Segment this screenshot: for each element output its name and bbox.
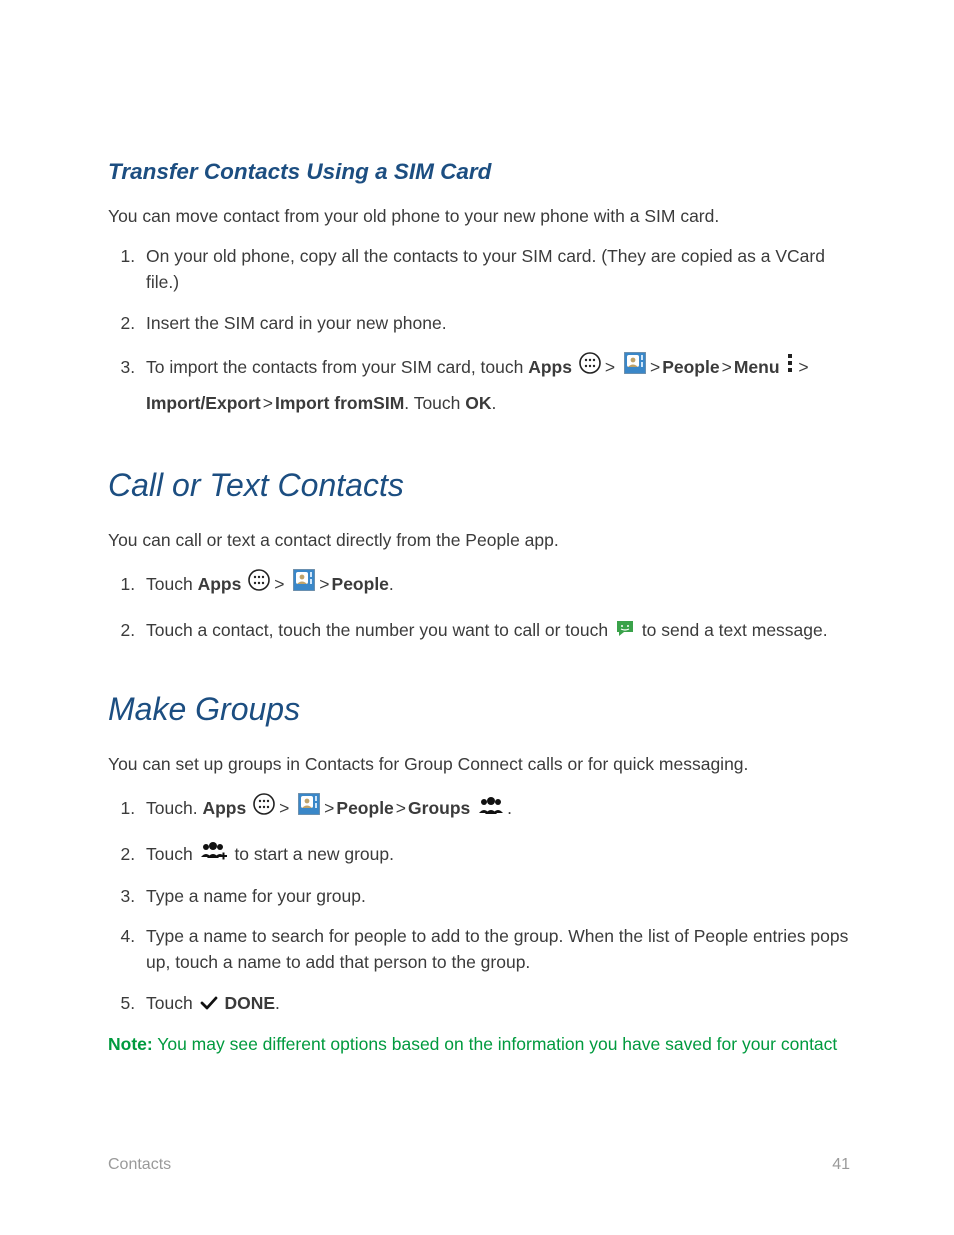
breadcrumb-separator: >: [263, 386, 273, 421]
note-label: Note:: [108, 1034, 153, 1054]
section-3-intro: You can set up groups in Contacts for Gr…: [108, 751, 850, 777]
text: Touch: [146, 844, 198, 864]
breadcrumb-separator: >: [324, 791, 334, 826]
breadcrumb-separator: >: [798, 350, 808, 385]
list-item: Insert the SIM card in your new phone.: [140, 310, 850, 336]
breadcrumb-separator: >: [605, 350, 615, 385]
text: to start a new group.: [234, 844, 394, 864]
import-export-label: Import/Export: [146, 393, 261, 413]
section-1-heading: Transfer Contacts Using a SIM Card: [108, 155, 850, 189]
document-page: Transfer Contacts Using a SIM Card You c…: [0, 0, 954, 1235]
section-1-list: On your old phone, copy all the contacts…: [108, 243, 850, 421]
import-sim-label: Import fromSIM: [275, 393, 404, 413]
text: Touch: [146, 574, 198, 594]
groups-icon: [477, 792, 505, 827]
message-icon: [615, 618, 635, 645]
apps-grid-icon: [253, 792, 275, 827]
text: .: [492, 393, 497, 413]
ok-label: OK: [465, 393, 491, 413]
list-item: On your old phone, copy all the contacts…: [140, 243, 850, 296]
section-2-heading: Call or Text Contacts: [108, 461, 850, 509]
text: to send a text message.: [642, 620, 828, 640]
text: Touch a contact, touch the number you wa…: [146, 620, 613, 640]
list-item: Touch Apps > > People.: [140, 567, 850, 603]
apps-label: Apps: [198, 574, 242, 594]
list-item: Type a name to search for people to add …: [140, 923, 850, 976]
text: .: [507, 798, 512, 818]
apps-label: Apps: [528, 357, 572, 377]
add-group-icon: [200, 842, 228, 869]
page-footer: Contacts 41: [108, 1153, 850, 1177]
footer-page-number: 41: [832, 1153, 850, 1177]
groups-label: Groups: [408, 798, 470, 818]
breadcrumb-separator: >: [722, 350, 732, 385]
done-label: DONE: [224, 993, 275, 1013]
checkmark-icon: [200, 991, 218, 1017]
breadcrumb-separator: >: [396, 791, 406, 826]
text: .: [275, 993, 280, 1013]
note: Note: You may see different options base…: [108, 1031, 850, 1057]
people-label: People: [332, 574, 389, 594]
section-2-intro: You can call or text a contact directly …: [108, 527, 850, 553]
apps-label: Apps: [202, 798, 246, 818]
list-item: Touch to start a new group.: [140, 841, 850, 869]
menu-label: Menu: [734, 357, 780, 377]
apps-grid-icon: [579, 351, 601, 386]
text: . Touch: [404, 393, 465, 413]
text: Touch.: [146, 798, 202, 818]
list-item: To import the contacts from your SIM car…: [140, 350, 850, 421]
apps-grid-icon: [248, 568, 270, 603]
list-item: Touch DONE.: [140, 990, 850, 1018]
people-app-icon: [624, 351, 646, 386]
breadcrumb-separator: >: [650, 350, 660, 385]
text: To import the contacts from your SIM car…: [146, 357, 528, 377]
footer-section: Contacts: [108, 1153, 171, 1177]
list-item: Type a name for your group.: [140, 883, 850, 909]
overflow-menu-icon: [786, 351, 794, 386]
people-app-icon: [298, 792, 320, 827]
list-item: Touch. Apps > > People > Groups .: [140, 791, 850, 827]
section-1-intro: You can move contact from your old phone…: [108, 203, 850, 229]
text: .: [389, 574, 394, 594]
breadcrumb-separator: >: [274, 567, 284, 602]
note-text: You may see different options based on t…: [153, 1034, 838, 1054]
people-label: People: [662, 357, 719, 377]
breadcrumb-separator: >: [279, 791, 289, 826]
section-3-heading: Make Groups: [108, 685, 850, 733]
people-app-icon: [293, 568, 315, 603]
people-label: People: [336, 798, 393, 818]
section-2-list: Touch Apps > > People. Touch a contact, …: [108, 567, 850, 645]
breadcrumb-separator: >: [319, 567, 329, 602]
list-item: Touch a contact, touch the number you wa…: [140, 617, 850, 645]
text: Touch: [146, 993, 198, 1013]
section-3-list: Touch. Apps > > People > Groups . Touch …: [108, 791, 850, 1017]
